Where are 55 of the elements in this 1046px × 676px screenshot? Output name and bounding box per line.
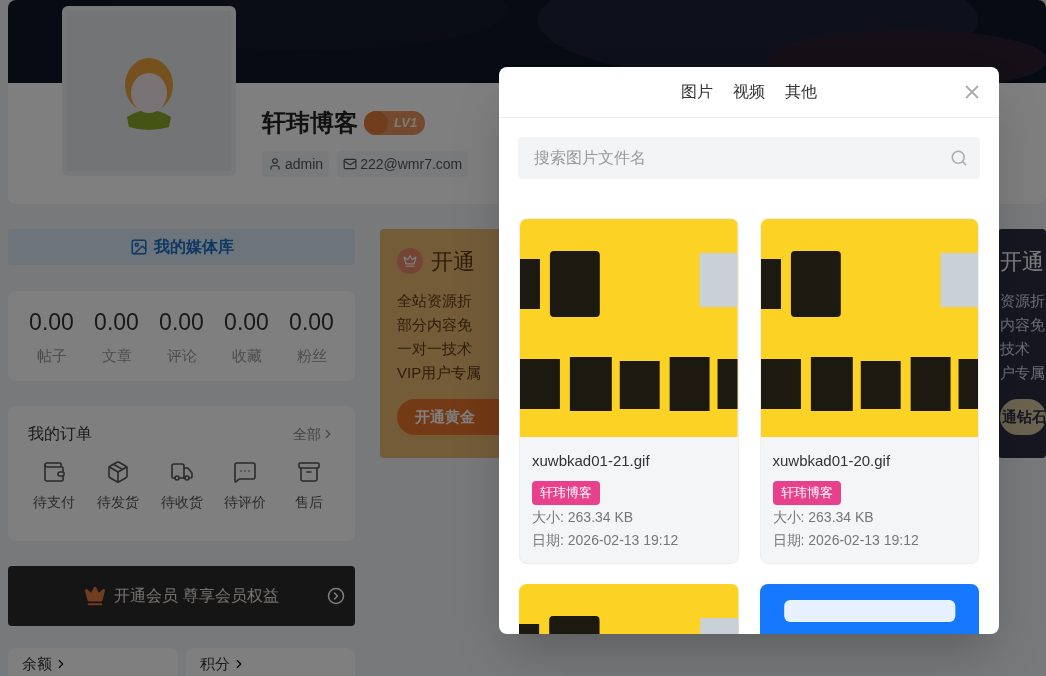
- stat-value: 0.00: [224, 307, 269, 337]
- package-icon: [105, 460, 130, 484]
- file-date: 日期: 2026-02-13 19:12: [772, 530, 919, 550]
- box-icon: [297, 460, 321, 484]
- image-icon: [129, 238, 148, 256]
- order-status-button[interactable]: 待支付: [30, 460, 78, 513]
- user-icon: [268, 157, 282, 171]
- card-title: 开通: [431, 247, 475, 276]
- order-status-button[interactable]: 待收货: [157, 460, 206, 513]
- card-label: 积分: [199, 654, 230, 674]
- benefit-text: 内容免: [1000, 315, 1046, 335]
- order-status-button[interactable]: 待评价: [221, 460, 270, 513]
- benefit-text: 资源折: [1000, 291, 1046, 311]
- file-card[interactable]: xuwbkad01-20.gif 轩玮博客 大小: 263.34 KB 日期: 2026-02-13 19:12: [759, 218, 979, 564]
- stat-value: 0.00: [29, 307, 74, 337]
- file-name: xuwbkad01-21.gif: [532, 451, 650, 471]
- level-badge: LV1: [364, 111, 426, 135]
- crown-icon: [84, 585, 107, 607]
- file-date: 日期: 2026-02-13 19:12: [532, 530, 679, 550]
- truck-icon: [169, 460, 194, 484]
- author-tag: 轩玮博客: [532, 480, 600, 505]
- card-title: 开通: [1000, 247, 1044, 276]
- all-orders-link[interactable]: 全部: [293, 423, 335, 445]
- search-field[interactable]: 搜索图片文件名: [518, 137, 980, 179]
- chat-icon: [233, 460, 258, 484]
- file-size: 大小: 263.34 KB: [772, 507, 874, 527]
- crown-icon: [397, 248, 423, 274]
- open-membership-button[interactable]: 通钻石: [1000, 399, 1046, 435]
- wallet-icon: [42, 460, 66, 484]
- search-icon: [950, 149, 968, 167]
- benefit-text: VIP用户专属: [397, 363, 483, 383]
- orders-title: 我的订单: [28, 424, 92, 444]
- media-tab[interactable]: 视频: [733, 80, 765, 104]
- username-tag: admin: [262, 151, 330, 177]
- file-name: xuwbkad01-20.gif: [772, 451, 891, 471]
- media-tab[interactable]: 其他: [785, 80, 817, 104]
- media-library-button[interactable]: 我的媒体库: [8, 229, 355, 265]
- stat-value: 0.00: [159, 307, 204, 337]
- profile-name: 轩玮博客: [262, 108, 358, 138]
- benefit-text: 全站资源折: [397, 291, 473, 311]
- benefit-text: 技术: [1000, 339, 1031, 359]
- mail-icon: [343, 157, 358, 171]
- media-tab[interactable]: 图片: [681, 80, 713, 104]
- card-label: 余额: [22, 654, 52, 674]
- benefit-text: 部分内容免: [397, 315, 473, 335]
- benefit-text: 户专属: [1000, 363, 1046, 383]
- vip-banner[interactable]: 开通会员 尊享会员权益: [8, 566, 355, 626]
- stat-value: 0.00: [94, 307, 139, 337]
- file-card[interactable]: xuwbkad01-21.gif 轩玮博客 大小: 263.34 KB 日期: 2026-02-13 19:12: [519, 218, 739, 564]
- order-status-button[interactable]: 待发货: [93, 460, 142, 513]
- author-tag: 轩玮博客: [772, 480, 841, 505]
- order-status-button[interactable]: 售后: [285, 460, 333, 513]
- file-size: 大小: 263.34 KB: [532, 507, 634, 527]
- email-tag: 222@wmr7.com: [337, 151, 469, 177]
- stat-value: 0.00: [289, 307, 334, 337]
